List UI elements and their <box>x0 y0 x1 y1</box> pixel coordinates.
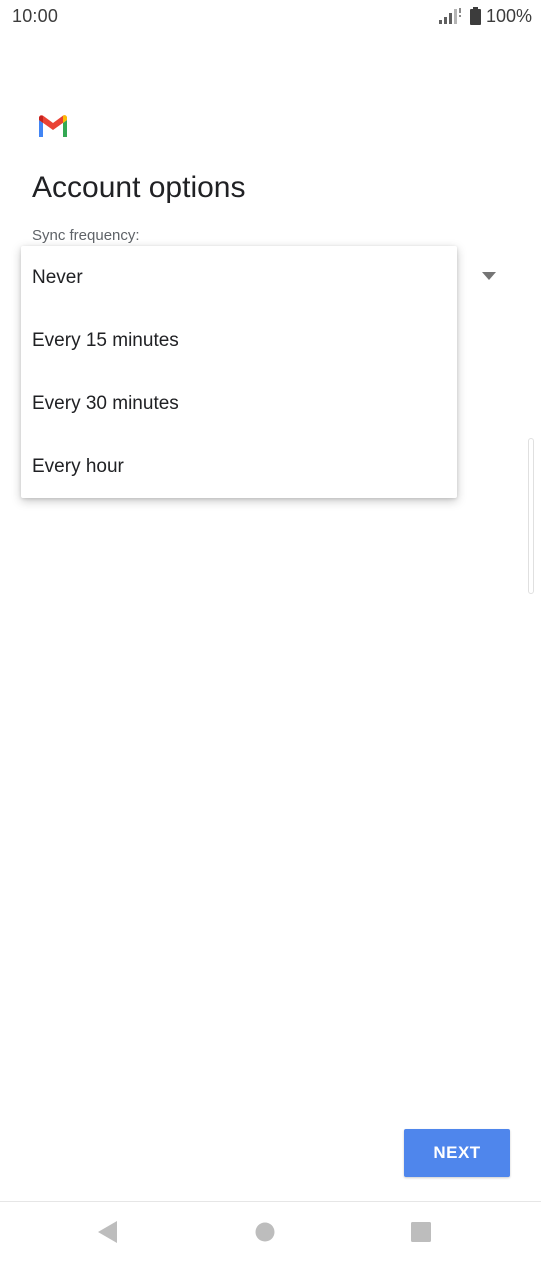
status-bar: 10:00 100% <box>0 0 541 34</box>
dropdown-arrow-icon[interactable] <box>482 272 496 280</box>
status-time: 10:00 <box>12 6 59 26</box>
signal-icon <box>438 8 461 24</box>
next-button[interactable]: NEXT <box>404 1129 510 1177</box>
scrollbar[interactable] <box>528 438 534 594</box>
option-never[interactable]: Never <box>21 246 457 309</box>
battery-percentage: 100% <box>485 5 532 26</box>
page-title: Account options <box>32 171 246 204</box>
status-icons: 100% <box>438 5 532 27</box>
option-every-hour[interactable]: Every hour <box>21 435 457 498</box>
sync-frequency-label: Sync frequency: <box>32 227 140 244</box>
home-icon[interactable] <box>255 1222 275 1242</box>
back-icon[interactable] <box>98 1221 118 1243</box>
navigation-bar <box>0 1201 541 1264</box>
gmail-logo-icon <box>39 115 67 137</box>
option-every-15-minutes[interactable]: Every 15 minutes <box>21 309 457 372</box>
option-every-30-minutes[interactable]: Every 30 minutes <box>21 372 457 435</box>
sync-frequency-dropdown: Never Every 15 minutes Every 30 minutes … <box>21 246 457 498</box>
recents-icon[interactable] <box>411 1222 431 1242</box>
battery-icon <box>469 7 481 25</box>
